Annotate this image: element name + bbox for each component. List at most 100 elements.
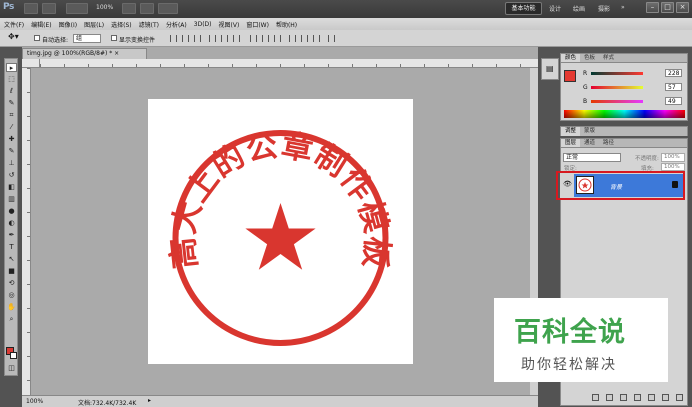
vertical-ruler[interactable] <box>22 68 31 395</box>
workspace-painting[interactable]: 绘画 <box>573 4 585 13</box>
blend-mode-dropdown[interactable]: 正常 <box>563 153 621 162</box>
menu-file[interactable]: 文件(F) <box>4 20 24 29</box>
workspace-essentials[interactable]: 基本功能 <box>505 2 542 15</box>
auto-select-checkbox[interactable] <box>34 35 40 41</box>
zoom-tool-icon[interactable]: ⌕ <box>6 315 17 324</box>
blur-tool-icon[interactable]: ● <box>6 207 17 216</box>
delete-layer-icon[interactable] <box>676 394 683 401</box>
status-menu-arrow-icon[interactable]: ▸ <box>148 397 151 404</box>
background-color-swatch[interactable] <box>10 352 17 359</box>
tab-styles[interactable]: 样式 <box>599 54 618 62</box>
new-layer-icon[interactable] <box>662 394 669 401</box>
gradient-tool-icon[interactable]: ▥ <box>6 195 17 204</box>
menu-help[interactable]: 帮助(H) <box>276 20 297 29</box>
g-slider[interactable] <box>591 86 643 89</box>
tab-channels[interactable]: 通道 <box>580 139 599 147</box>
menu-image[interactable]: 图像(I) <box>59 20 77 29</box>
menu-edit[interactable]: 编辑(E) <box>31 20 51 29</box>
distribute-vcenter-icon[interactable] <box>262 35 269 42</box>
distribute-top-icon[interactable] <box>250 35 257 42</box>
collapsed-panel-strip[interactable]: ▤ <box>541 58 559 80</box>
crop-tool-icon[interactable]: ⌗ <box>6 111 17 120</box>
b-value-input[interactable]: 49 <box>665 97 682 105</box>
quick-select-tool-icon[interactable]: ✎ <box>6 99 17 108</box>
auto-select-dropdown[interactable]: 组 <box>73 34 101 43</box>
quick-mask-icon[interactable]: ◫ <box>6 364 17 373</box>
dodge-tool-icon[interactable]: ◐ <box>6 219 17 228</box>
pen-tool-icon[interactable]: ✒ <box>6 231 17 240</box>
shape-tool-icon[interactable]: ■ <box>6 267 17 276</box>
hand-tool-icon[interactable]: ✋ <box>6 303 17 312</box>
arrange-documents-button[interactable] <box>158 3 178 14</box>
menu-view[interactable]: 视图(V) <box>219 20 240 29</box>
eraser-tool-icon[interactable]: ◧ <box>6 183 17 192</box>
workspace-design[interactable]: 设计 <box>549 4 561 13</box>
healing-brush-tool-icon[interactable]: ✚ <box>6 135 17 144</box>
align-left-icon[interactable] <box>209 35 216 42</box>
menu-layer[interactable]: 图层(L) <box>84 20 104 29</box>
tab-color[interactable]: 颜色 <box>561 54 581 62</box>
layer-style-icon[interactable] <box>606 394 613 401</box>
menu-filter[interactable]: 滤镜(T) <box>139 20 159 29</box>
link-layers-icon[interactable] <box>592 394 599 401</box>
maximize-button[interactable]: □ <box>661 2 674 13</box>
rotate-view-button[interactable] <box>140 3 154 14</box>
opacity-input[interactable]: 100% <box>661 153 685 162</box>
r-value-input[interactable]: 228 <box>665 69 682 77</box>
show-transform-checkbox[interactable] <box>111 35 117 41</box>
distribute-bottom-icon[interactable] <box>274 35 281 42</box>
auto-align-icon[interactable] <box>328 35 335 42</box>
image-canvas[interactable]: 高大上的公章制作模板 <box>148 99 413 364</box>
menu-3d[interactable]: 3D(D) <box>194 21 212 28</box>
close-button[interactable]: × <box>676 2 689 13</box>
3d-orbit-tool-icon[interactable]: ◎ <box>6 291 17 300</box>
tab-adjustments[interactable]: 调整 <box>561 127 581 136</box>
status-zoom[interactable]: 100% <box>26 398 43 405</box>
tab-swatches[interactable]: 色板 <box>580 54 599 62</box>
distribute-right-icon[interactable] <box>313 35 320 42</box>
g-value-input[interactable]: 57 <box>665 83 682 91</box>
distribute-left-icon[interactable] <box>289 35 296 42</box>
color-spectrum-bar[interactable] <box>564 110 685 118</box>
horizontal-ruler[interactable] <box>40 59 538 68</box>
clone-stamp-tool-icon[interactable]: ⊥ <box>6 159 17 168</box>
align-bottom-icon[interactable] <box>194 35 201 42</box>
hand-tool-button[interactable] <box>122 3 136 14</box>
add-mask-icon[interactable] <box>620 394 627 401</box>
bridge-button[interactable] <box>24 3 38 14</box>
workspace-more-icon[interactable]: » <box>621 4 625 11</box>
minibridge-button[interactable] <box>42 3 56 14</box>
distribute-hcenter-icon[interactable] <box>301 35 308 42</box>
r-slider[interactable] <box>591 72 643 75</box>
zoom-level[interactable]: 100% <box>96 4 113 11</box>
move-tool-icon[interactable]: ▸ <box>6 63 17 72</box>
tab-masks[interactable]: 蒙版 <box>580 127 599 136</box>
new-adjustment-icon[interactable] <box>634 394 641 401</box>
tab-layers[interactable]: 图层 <box>561 139 581 147</box>
tab-paths[interactable]: 路径 <box>599 139 618 147</box>
eyedropper-tool-icon[interactable]: ⁄ <box>6 123 17 132</box>
b-slider[interactable] <box>591 100 643 103</box>
align-vcenter-icon[interactable] <box>182 35 189 42</box>
lasso-tool-icon[interactable]: ℓ <box>6 87 17 96</box>
workspace-photography[interactable]: 摄影 <box>598 4 610 13</box>
path-selection-tool-icon[interactable]: ↖ <box>6 255 17 264</box>
align-right-icon[interactable] <box>233 35 240 42</box>
align-top-icon[interactable] <box>170 35 177 42</box>
view-extras-button[interactable] <box>66 3 88 14</box>
document-tab[interactable]: timg.jpg @ 100%(RGB/8#) * × <box>22 48 147 59</box>
fill-input[interactable]: 100% <box>661 163 685 171</box>
3d-rotate-tool-icon[interactable]: ⟲ <box>6 279 17 288</box>
history-brush-tool-icon[interactable]: ↺ <box>6 171 17 180</box>
new-group-icon[interactable] <box>648 394 655 401</box>
align-hcenter-icon[interactable] <box>221 35 228 42</box>
brush-tool-icon[interactable]: ✎ <box>6 147 17 156</box>
menu-window[interactable]: 窗口(W) <box>246 20 269 29</box>
ruler-origin[interactable] <box>22 59 40 68</box>
menu-select[interactable]: 选择(S) <box>111 20 132 29</box>
marquee-tool-icon[interactable]: ⬚ <box>6 75 17 84</box>
history-panel-icon[interactable]: ▤ <box>546 64 554 73</box>
minimize-button[interactable]: – <box>646 2 659 13</box>
color-fg-swatch[interactable] <box>564 70 576 82</box>
move-tool-preset-icon[interactable]: ✥▾ <box>8 32 19 41</box>
